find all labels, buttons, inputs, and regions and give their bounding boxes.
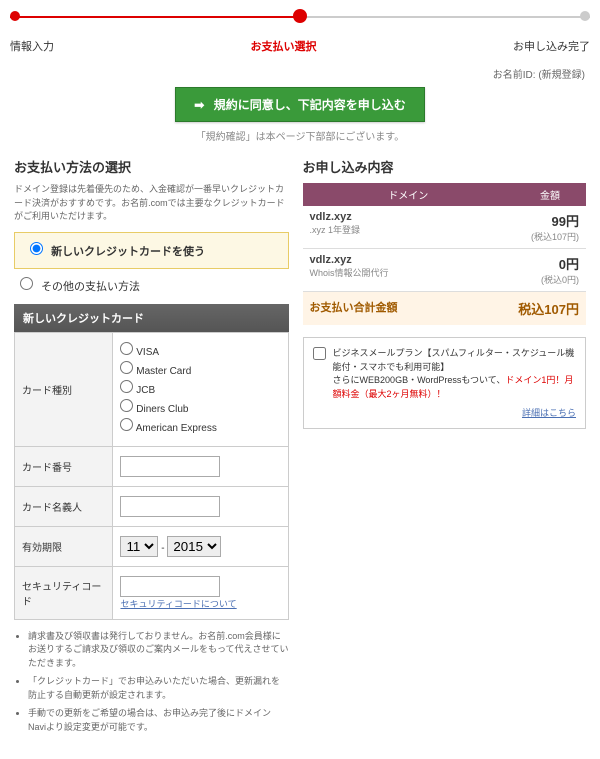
radio-other-input[interactable] (20, 277, 33, 290)
card-type-visa[interactable] (120, 342, 133, 355)
order-total-value: 税込107円 (518, 299, 579, 318)
card-number-input[interactable] (120, 456, 220, 477)
card-type-amex[interactable] (120, 418, 133, 431)
order-item: vdlz.xyz .xyz 1年登録 99円 (税込107円) (303, 206, 586, 249)
payment-method-title: お支払い方法の選択 (14, 157, 289, 176)
progress-label-3: お申し込み完了 (513, 38, 590, 54)
submit-button[interactable]: ➡ 規約に同意し、下記内容を申し込む (175, 87, 424, 122)
expiry-year-select[interactable]: 2015 (167, 536, 221, 557)
progress-label-2: お支払い選択 (251, 38, 317, 54)
card-name-input[interactable] (120, 496, 220, 517)
cvv-label: セキュリティコード (15, 566, 113, 619)
cvv-input[interactable] (120, 576, 220, 597)
note-item: 「クレジットカード」でお申込みいただいた場合、更新漏れを防止する自動更新が設定さ… (28, 675, 289, 702)
user-id-label: お名前ID: (新規登録) (15, 66, 585, 81)
note-item: 手動での更新をご希望の場合は、お申込み完了後にドメインNaviより設定変更が可能… (28, 707, 289, 734)
submit-note: 「規約確認」は本ページ下部部にございます。 (0, 128, 600, 143)
arrow-right-icon: ➡ (194, 98, 204, 112)
card-type-jcb[interactable] (120, 380, 133, 393)
order-item: vdlz.xyz Whois情報公開代行 0円 (税込0円) (303, 249, 586, 292)
promo-details-link[interactable]: 詳細はこちら (522, 408, 576, 418)
card-number-label: カード番号 (15, 446, 113, 486)
order-summary-title: お申し込み内容 (303, 157, 586, 176)
promo-main: ビジネスメールプラン【スパムフィルター・スケジュール機能付・スマホでも利用可能】 (333, 347, 576, 374)
card-type-master[interactable] (120, 361, 133, 374)
progress-step-3 (580, 11, 590, 21)
card-type-diners[interactable] (120, 399, 133, 412)
promo-box: ビジネスメールプラン【スパムフィルター・スケジュール機能付・スマホでも利用可能】… (303, 337, 586, 429)
radio-new-card-input[interactable] (30, 242, 43, 255)
progress-step-2 (293, 9, 307, 23)
card-type-label: カード種別 (15, 332, 113, 446)
progress-step-1 (10, 11, 20, 21)
expiry-month-select[interactable]: 11 (120, 536, 158, 557)
card-type-cell: VISA Master Card JCB Diners Club America… (113, 332, 288, 446)
new-card-subhead: 新しいクレジットカード (14, 304, 289, 332)
note-item: 請求書及び領収書は発行しておりません。お名前.com会員様にお送りするご請求及び… (28, 630, 289, 671)
order-head-price: 金額 (514, 183, 586, 206)
radio-new-card[interactable]: 新しいクレジットカードを使う (24, 242, 211, 262)
cvv-info-link[interactable]: セキュリティコードについて (120, 599, 236, 609)
radio-other-method[interactable]: その他の支払い方法 (14, 277, 146, 297)
progress-label-1: 情報入力 (10, 38, 54, 54)
submit-button-label: 規約に同意し、下記内容を申し込む (214, 98, 406, 112)
payment-notes: 請求書及び領収書は発行しておりません。お名前.com会員様にお送りするご請求及び… (14, 630, 289, 735)
payment-method-desc: ドメイン登録は先着優先のため、入金確認が一番早いクレジットカード決済がおすすめで… (14, 183, 289, 224)
expiry-label: 有効期限 (15, 526, 113, 566)
card-name-label: カード名義人 (15, 486, 113, 526)
order-head-domain: ドメイン (303, 183, 514, 206)
order-total-label: お支払い合計金額 (310, 299, 519, 318)
promo-checkbox[interactable] (313, 347, 326, 360)
